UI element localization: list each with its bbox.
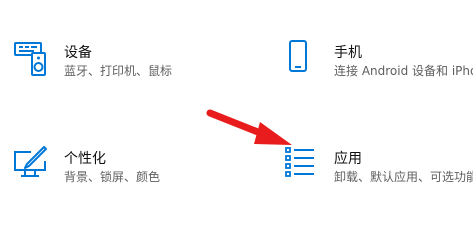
- devices-description: 蓝牙、打印机、鼠标: [64, 64, 173, 78]
- keyboard-speaker-icon: [14, 40, 50, 76]
- paintbrush-monitor-icon: [14, 146, 50, 182]
- devices-setting-tile[interactable]: 设备 蓝牙、打印机、鼠标: [14, 40, 214, 90]
- apps-list-icon: [284, 146, 320, 182]
- apps-setting-tile[interactable]: 应用 卸载、默认应用、可选功能: [284, 146, 473, 196]
- devices-title: 设备: [64, 45, 92, 61]
- annotation-arrow-icon: [200, 100, 295, 150]
- phone-setting-tile[interactable]: 手机 连接 Android 设备和 iPho: [284, 40, 473, 90]
- personalization-title: 个性化: [64, 151, 106, 167]
- apps-description: 卸载、默认应用、可选功能: [334, 170, 473, 184]
- phone-description: 连接 Android 设备和 iPho: [334, 64, 473, 78]
- personalization-description: 背景、锁屏、颜色: [64, 170, 161, 184]
- phone-title: 手机: [334, 45, 362, 61]
- apps-title: 应用: [334, 151, 362, 167]
- personalization-setting-tile[interactable]: 个性化 背景、锁屏、颜色: [14, 146, 214, 196]
- phone-icon: [284, 40, 320, 76]
